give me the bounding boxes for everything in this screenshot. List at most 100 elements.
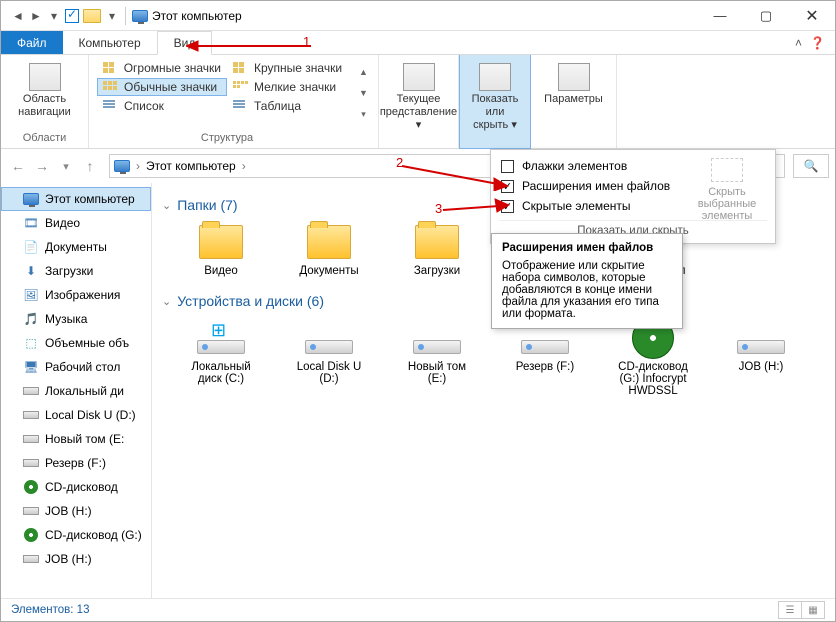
disk-icon — [23, 407, 39, 423]
sidebar-item-label: Local Disk U (D:) — [45, 408, 136, 422]
layout-medium-icons[interactable]: Обычные значки — [97, 78, 227, 96]
minimize-button[interactable]: — — [697, 1, 743, 31]
sidebar-item-label: JOB (H:) — [45, 552, 92, 566]
item-label: Local Disk U (D:) — [290, 361, 368, 385]
drive-item[interactable]: Новый том (E:) — [398, 317, 476, 397]
ribbon-group-panes: Область навигации Области — [1, 55, 89, 148]
checkbox-checked-icon[interactable]: ✓ — [501, 200, 514, 213]
nav-up-button[interactable]: ↑ — [79, 155, 101, 177]
music-icon: 🎵 — [23, 311, 39, 327]
sidebar-item[interactable]: Local Disk U (D:) — [1, 403, 151, 427]
checkbox-checked-icon[interactable]: ✓ — [501, 180, 514, 193]
status-bar: Элементов: 13 ☰ ▦ — [1, 598, 835, 621]
item-label: Резерв (F:) — [516, 361, 574, 373]
sidebar-item[interactable]: ⬚Объемные объ — [1, 331, 151, 355]
drive-item[interactable]: CD-дисковод (G:) Infocrypt HWDSSL — [614, 317, 692, 397]
maximize-button[interactable]: ▢ — [743, 1, 789, 31]
annotation-label-3: 3 — [435, 201, 442, 216]
folder-icon — [412, 221, 462, 263]
qat-dropdown-icon[interactable]: ▾ — [47, 9, 61, 23]
layout-list[interactable]: Список — [97, 97, 227, 115]
options-button[interactable]: Параметры — [544, 93, 603, 106]
sidebar-item-label: JOB (H:) — [45, 504, 92, 518]
sidebar-item[interactable]: JOB (H:) — [1, 547, 151, 571]
show-hide-dropdown: Флажки элементов ✓ Расширения имен файло… — [490, 149, 776, 244]
cube-icon: ⬚ — [23, 335, 39, 351]
folder-icon — [196, 221, 246, 263]
qat-properties-icon[interactable] — [65, 9, 79, 23]
disk-icon — [23, 431, 39, 447]
disk-icon — [305, 340, 353, 354]
sidebar-item[interactable]: CD-дисковод (G:) — [1, 523, 151, 547]
tooltip-file-extensions: Расширения имен файлов Отображение или с… — [491, 233, 683, 329]
drive-item[interactable]: Local Disk U (D:) — [290, 317, 368, 397]
tab-view[interactable]: Вид — [157, 31, 213, 55]
sidebar-item[interactable]: ⬇Загрузки — [1, 259, 151, 283]
hide-selected-icon — [711, 158, 743, 182]
nav-history-icon[interactable]: ▾ — [55, 155, 77, 177]
sidebar-item[interactable]: JOB (H:) — [1, 499, 151, 523]
current-view-button[interactable]: Текущее представление ▾ — [380, 93, 457, 133]
layout-extra-large-icons[interactable]: Огромные значки — [97, 59, 227, 77]
qat-arrow-left-icon[interactable]: ◄ — [11, 9, 25, 23]
layout-details[interactable]: Таблица — [227, 97, 357, 115]
tooltip-body: Отображение или скрытие набора символов,… — [502, 260, 672, 320]
drive-item[interactable]: ⊞Локальный диск (C:) — [182, 317, 260, 397]
sidebar-item-label: Изображения — [45, 288, 120, 302]
disk-icon — [413, 340, 461, 354]
sidebar-item[interactable]: 🖼Изображения — [1, 283, 151, 307]
tab-computer[interactable]: Компьютер — [63, 31, 157, 54]
layout-large-icons[interactable]: Крупные значки — [227, 59, 357, 77]
layout-scroll[interactable]: ▲▼▾ — [357, 59, 370, 144]
help-icon[interactable]: ❓ — [810, 36, 825, 50]
show-hide-button[interactable]: Показать или скрыть ▾ — [468, 93, 522, 133]
folder-item[interactable]: Загрузки — [398, 221, 476, 277]
view-details-toggle[interactable]: ☰ — [778, 601, 802, 619]
sidebar-item[interactable]: Локальный ди — [1, 379, 151, 403]
this-pc-icon — [132, 10, 148, 22]
sidebar-item[interactable]: Этот компьютер — [1, 187, 151, 211]
close-button[interactable]: ✕ — [789, 1, 835, 31]
sidebar-item[interactable]: CD-дисковод — [1, 475, 151, 499]
navigation-tree[interactable]: Этот компьютер🎞Видео📄Документы⬇Загрузки🖼… — [1, 183, 152, 598]
sidebar-item[interactable]: 🎞Видео — [1, 211, 151, 235]
current-view-icon[interactable] — [403, 63, 435, 91]
qat-newfolder-icon[interactable] — [83, 9, 101, 23]
breadcrumb[interactable]: Этот компьютер — [146, 159, 236, 173]
nav-back-button[interactable]: ← — [7, 155, 29, 177]
doc-icon: 📄 — [23, 239, 39, 255]
sidebar-item[interactable]: 🖥Рабочий стол — [1, 355, 151, 379]
sidebar-item[interactable]: 📄Документы — [1, 235, 151, 259]
view-icons-toggle[interactable]: ▦ — [801, 601, 825, 619]
options-icon[interactable] — [558, 63, 590, 91]
folder-item[interactable]: Документы — [290, 221, 368, 277]
sidebar-item-label: CD-дисковод (G:) — [45, 528, 142, 542]
qat-customize-icon[interactable]: ▾ — [105, 9, 119, 23]
navigation-pane-icon[interactable] — [29, 63, 61, 91]
layout-small-icons[interactable]: Мелкие значки — [227, 78, 357, 96]
ribbon-collapse-icon[interactable]: ˄ — [795, 36, 802, 50]
dd-hide-selected: Скрыть выбранные элементы — [689, 158, 765, 222]
search-input[interactable]: 🔍 — [793, 154, 829, 178]
sidebar-item[interactable]: Новый том (E: — [1, 427, 151, 451]
ribbon-tabs: Файл Компьютер Вид ˄ ❓ — [1, 31, 835, 55]
annotation-label-1: 1 — [303, 34, 310, 49]
nav-forward-button[interactable]: → — [31, 155, 53, 177]
disk-icon — [23, 551, 39, 567]
drive-item[interactable]: JOB (H:) — [722, 317, 800, 397]
checkbox-icon[interactable] — [501, 160, 514, 173]
disk-icon — [521, 340, 569, 354]
item-label: Документы — [299, 265, 358, 277]
tooltip-title: Расширения имен файлов — [502, 242, 672, 254]
ribbon-group-show-hide[interactable]: Показать или скрыть ▾ — [459, 54, 531, 149]
qat-arrow-right-icon[interactable]: ► — [29, 9, 43, 23]
item-label: Видео — [204, 265, 238, 277]
sidebar-item[interactable]: Резерв (F:) — [1, 451, 151, 475]
sidebar-item[interactable]: 🎵Музыка — [1, 307, 151, 331]
tab-file[interactable]: Файл — [1, 31, 63, 54]
sidebar-item-label: Загрузки — [45, 264, 93, 278]
navigation-pane-button[interactable]: Область навигации — [9, 93, 80, 119]
quick-access-toolbar: ◄ ► ▾ ▾ — [1, 9, 119, 23]
drive-item[interactable]: Резерв (F:) — [506, 317, 584, 397]
folder-item[interactable]: Видео — [182, 221, 260, 277]
